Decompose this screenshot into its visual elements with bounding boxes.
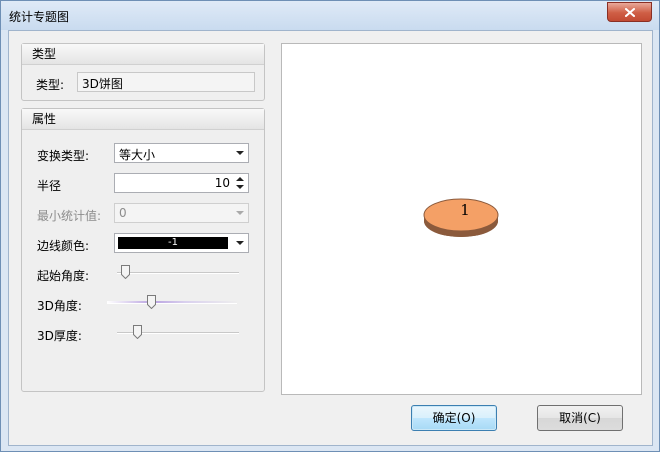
window-title: 统计专题图: [9, 10, 70, 24]
spin-up-icon[interactable]: [236, 177, 244, 181]
transform-type-value: 等大小: [119, 148, 156, 162]
transform-type-label: 变换类型:: [37, 149, 90, 163]
start-angle-slider[interactable]: [117, 264, 239, 282]
title-bar[interactable]: 统计专题图: [1, 1, 659, 30]
chevron-down-icon: [236, 151, 244, 155]
cancel-button[interactable]: 取消(C): [537, 405, 623, 431]
type-group: 类型 类型: 3D饼图: [21, 43, 265, 101]
start-angle-thumb[interactable]: [121, 265, 130, 279]
edge-color-swatch: -1: [118, 237, 228, 249]
radius-spinner[interactable]: 10: [114, 173, 249, 193]
properties-group: 属性 变换类型: 等大小 半径 10 最小统计值: 0 边线颜色: -1 起始角…: [21, 108, 265, 392]
min-value: 0: [119, 206, 127, 220]
thickness-3d-thumb[interactable]: [133, 325, 142, 339]
min-value-label: 最小统计值:: [37, 209, 102, 223]
thickness-3d-label: 3D厚度:: [37, 329, 82, 343]
angle-3d-thumb[interactable]: [147, 295, 156, 309]
chevron-down-icon: [236, 211, 244, 215]
properties-group-header: 属性: [22, 109, 264, 130]
angle-3d-slider[interactable]: [107, 294, 237, 312]
preview-pane: 1: [281, 43, 642, 395]
edge-color-picker[interactable]: -1: [114, 233, 249, 253]
close-icon: [624, 7, 635, 17]
dialog-window: 统计专题图 类型 类型: 3D饼图 属性 变换类型: 等大小 半径 10 最小统…: [0, 0, 660, 452]
type-label: 类型:: [36, 78, 65, 92]
start-angle-track: [117, 272, 239, 274]
type-field: 3D饼图: [77, 72, 255, 92]
type-group-header: 类型: [22, 44, 264, 65]
radius-value: 10: [214, 176, 230, 190]
angle-3d-track: [107, 301, 237, 304]
min-value-select: 0: [114, 203, 249, 223]
radius-label: 半径: [37, 179, 62, 193]
type-value: 3D饼图: [82, 77, 123, 91]
spin-down-icon[interactable]: [236, 185, 244, 189]
dialog-client: 类型 类型: 3D饼图 属性 变换类型: 等大小 半径 10 最小统计值: 0 …: [8, 30, 653, 446]
angle-3d-label: 3D角度:: [37, 299, 82, 313]
transform-type-select[interactable]: 等大小: [114, 143, 249, 163]
spinner-icon[interactable]: [235, 175, 246, 191]
pie-preview: 1: [423, 198, 499, 237]
edge-color-label: 边线颜色:: [37, 239, 90, 253]
start-angle-label: 起始角度:: [37, 269, 90, 283]
close-button[interactable]: [607, 2, 652, 22]
ok-button[interactable]: 确定(O): [411, 405, 497, 431]
chevron-down-icon: [236, 241, 244, 245]
thickness-3d-slider[interactable]: [117, 324, 239, 342]
pie-slice-label: 1: [460, 201, 470, 219]
